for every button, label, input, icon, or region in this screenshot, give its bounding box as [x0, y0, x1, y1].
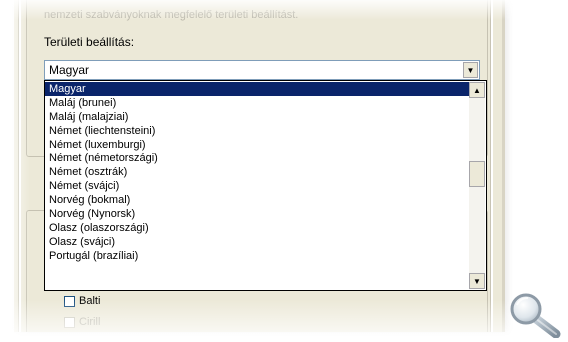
- chevron-down-icon[interactable]: ▼: [463, 62, 478, 78]
- regional-settings-dialog: nemzeti szabványoknak megfelelő területi…: [14, 0, 505, 332]
- dropdown-item[interactable]: Portugál (brazíliai): [45, 249, 469, 263]
- magnifier-icon[interactable]: [508, 292, 564, 338]
- dropdown-item[interactable]: Norvég (Nynorsk): [45, 207, 469, 221]
- dropdown-item[interactable]: Olasz (olaszországi): [45, 221, 469, 235]
- arrow-up-icon[interactable]: ▲: [469, 82, 485, 98]
- screenshot-canvas: nemzeti szabványoknak megfelelő területi…: [0, 0, 568, 342]
- checkbox-label: Balti: [79, 295, 101, 307]
- checkbox-balti[interactable]: [64, 295, 75, 307]
- dropdown-item[interactable]: Német (németországi): [45, 151, 469, 165]
- regional-setting-combobox[interactable]: Magyar ▼: [44, 60, 480, 80]
- arrow-down-icon[interactable]: ▼: [469, 273, 485, 289]
- checkbox-row-balti[interactable]: Balti: [64, 295, 100, 307]
- dropdown-item[interactable]: Maláj (malajziai): [45, 110, 469, 124]
- dropdown-item[interactable]: Német (svájci): [45, 179, 469, 193]
- dialog-edge-line: [18, 0, 21, 332]
- dropdown-item[interactable]: Olasz (svájci): [45, 235, 469, 249]
- checkbox-label: Cirill: [79, 316, 101, 328]
- regional-dropdown-list[interactable]: Magyar Maláj (brunei) Maláj (malajziai) Ném…: [44, 80, 487, 291]
- checkbox-cirill[interactable]: [64, 316, 75, 328]
- dropdown-item[interactable]: Norvég (bokmal): [45, 193, 469, 207]
- dropdown-item-selected[interactable]: Magyar: [45, 82, 469, 96]
- dropdown-scrollbar[interactable]: ▲ ▼: [469, 82, 485, 289]
- dropdown-items: Magyar Maláj (brunei) Maláj (malajziai) Ném…: [45, 82, 469, 290]
- dialog-edge-line: [490, 0, 493, 332]
- regional-setting-label: Területi beállítás:: [44, 35, 135, 49]
- combobox-value: Magyar: [49, 63, 90, 77]
- description-text: nemzeti szabványoknak megfelelő területi…: [44, 9, 299, 21]
- dropdown-item[interactable]: Német (luxemburgi): [45, 138, 469, 152]
- dropdown-item[interactable]: Német (liechtensteini): [45, 124, 469, 138]
- dropdown-item[interactable]: Maláj (brunei): [45, 96, 469, 110]
- scrollbar-thumb[interactable]: [469, 160, 485, 187]
- checkbox-row-cirill[interactable]: Cirill: [64, 316, 100, 328]
- dropdown-item[interactable]: Német (osztrák): [45, 165, 469, 179]
